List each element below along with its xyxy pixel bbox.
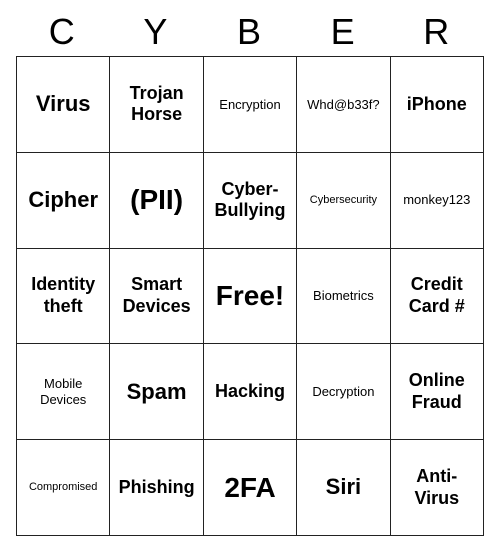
cell-0-2: Encryption [204, 57, 297, 153]
cell-4-1: Phishing [110, 440, 203, 536]
cell-1-3: Cybersecurity [297, 153, 390, 249]
header-letter: E [297, 8, 391, 56]
header-letter: Y [110, 8, 204, 56]
cell-4-2: 2FA [204, 440, 297, 536]
cell-1-0: Cipher [17, 153, 110, 249]
cell-0-4: iPhone [391, 57, 484, 153]
header-letter: C [16, 8, 110, 56]
cell-3-0: Mobile Devices [17, 344, 110, 440]
bingo-grid: VirusTrojan HorseEncryptionWhd@b33f?iPho… [16, 56, 484, 536]
cell-0-1: Trojan Horse [110, 57, 203, 153]
cell-0-3: Whd@b33f? [297, 57, 390, 153]
cell-1-1: (PII) [110, 153, 203, 249]
cell-2-4: Credit Card # [391, 249, 484, 345]
cell-1-4: monkey123 [391, 153, 484, 249]
cell-4-3: Siri [297, 440, 390, 536]
cell-3-1: Spam [110, 344, 203, 440]
cell-2-2: Free! [204, 249, 297, 345]
cell-3-4: Online Fraud [391, 344, 484, 440]
header-letter: R [390, 8, 484, 56]
cell-3-2: Hacking [204, 344, 297, 440]
cell-4-4: Anti-Virus [391, 440, 484, 536]
cell-1-2: Cyber-Bullying [204, 153, 297, 249]
header-letter: B [203, 8, 297, 56]
bingo-header: CYBER [16, 8, 484, 56]
cell-4-0: Compromised [17, 440, 110, 536]
cell-2-3: Biometrics [297, 249, 390, 345]
cell-3-3: Decryption [297, 344, 390, 440]
cell-2-1: Smart Devices [110, 249, 203, 345]
cell-0-0: Virus [17, 57, 110, 153]
cell-2-0: Identity theft [17, 249, 110, 345]
